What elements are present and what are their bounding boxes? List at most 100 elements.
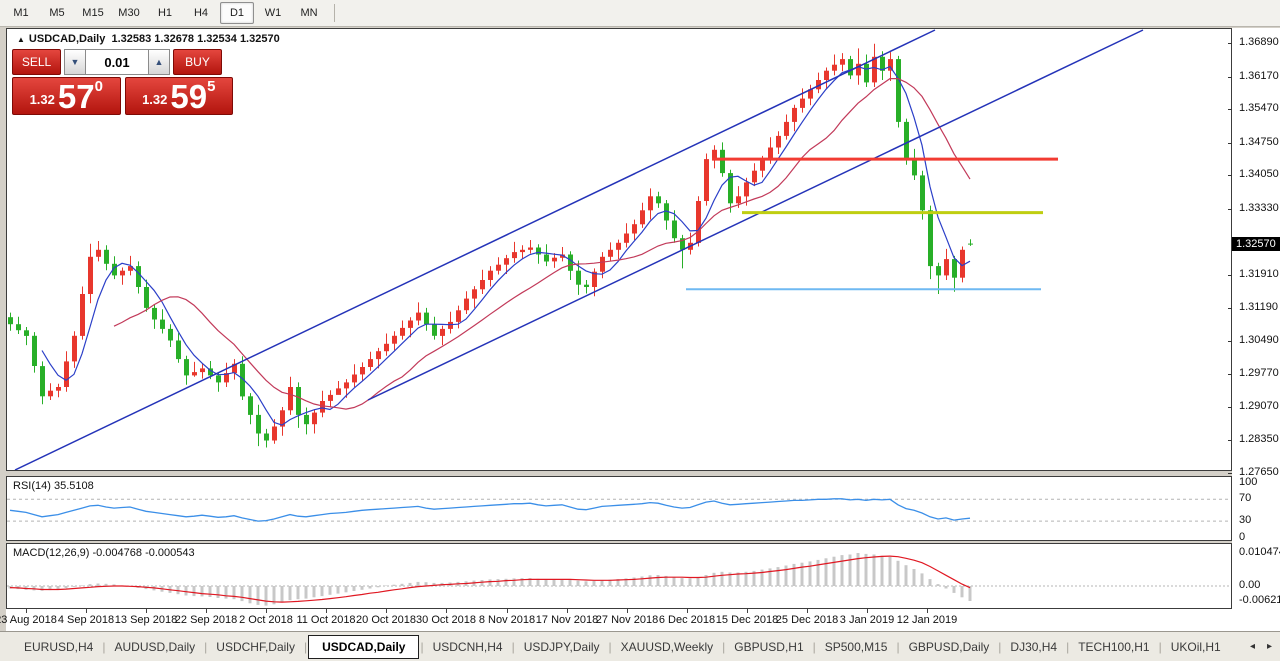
date-axis-label: 11 Oct 2018 (296, 614, 355, 626)
tab-separator: | (204, 640, 207, 654)
current-price-badge: 1.32570 (1232, 237, 1280, 251)
timeframe-button-h1[interactable]: H1 (148, 2, 182, 24)
date-axis-label: 12 Jan 2019 (897, 614, 958, 626)
date-axis-label: 6 Dec 2018 (659, 614, 715, 626)
rsi-axis-label: 70 (1239, 492, 1251, 504)
one-click-trading-panel: SELL ▼ ▲ BUY 1.32 57 0 1.32 59 5 (12, 49, 233, 115)
timeframe-toolbar: M1M5M15M30H1H4D1W1MN (0, 0, 1280, 27)
tab-separator: | (813, 640, 816, 654)
macd-axis-label: 0.00 (1239, 579, 1260, 591)
channel-line-lower (368, 30, 1143, 400)
chart-tab-bar: EURUSD,H4|AUDUSD,Daily|USDCHF,Daily|USDC… (0, 631, 1280, 661)
tab-separator: | (609, 640, 612, 654)
price-axis-label: 1.31910 (1239, 268, 1279, 280)
tab-item-usdchf[interactable]: USDCHF,Daily (208, 635, 303, 659)
price-axis-tick (1228, 275, 1232, 276)
price-axis-tick (1228, 143, 1232, 144)
macd-axis-label: -0.006218 (1239, 594, 1280, 606)
date-axis-tick (146, 609, 147, 613)
date-axis-label: 25 Dec 2018 (776, 614, 838, 626)
sell-price-prefix: 1.32 (30, 93, 55, 110)
tab-item-xauusd[interactable]: XAUUSD,Weekly (613, 635, 721, 659)
date-axis-label: 3 Jan 2019 (840, 614, 894, 626)
mt4-window: M1M5M15M30H1H4D1W1MN ▲USDCAD,Daily 1.325… (0, 0, 1280, 661)
tab-separator: | (998, 640, 1001, 654)
timeframe-button-w1[interactable]: W1 (256, 2, 290, 24)
volume-increase-button[interactable]: ▲ (148, 49, 170, 75)
tab-item-audusd[interactable]: AUDUSD,Daily (106, 635, 203, 659)
tab-item-tech100[interactable]: TECH100,H1 (1070, 635, 1157, 659)
main-chart-panel[interactable]: ▲USDCAD,Daily 1.32583 1.32678 1.32534 1.… (6, 28, 1232, 471)
date-axis-tick (927, 609, 928, 613)
price-axis-tick (1228, 407, 1232, 408)
rsi-chart[interactable] (7, 477, 1231, 540)
date-axis-label: 23 Aug 2018 (0, 614, 57, 626)
date-axis-tick (687, 609, 688, 613)
tab-item-dj30[interactable]: DJ30,H4 (1002, 635, 1065, 659)
timeframe-button-h4[interactable]: H4 (184, 2, 218, 24)
date-axis-label: 2 Oct 2018 (239, 614, 293, 626)
price-axis-label: 1.33330 (1239, 202, 1279, 214)
buy-price-big: 59 (170, 84, 207, 110)
macd-axis-label: 0.010474 (1239, 546, 1280, 558)
tab-separator: | (420, 640, 423, 654)
date-axis-label: 13 Sep 2018 (115, 614, 177, 626)
tab-item-gbpusd[interactable]: GBPUSD,Daily (901, 635, 998, 659)
volume-decrease-button[interactable]: ▼ (64, 49, 86, 75)
price-axis-label: 1.29070 (1239, 400, 1279, 412)
tab-item-sp500[interactable]: SP500,M15 (817, 635, 896, 659)
rsi-indicator-panel[interactable]: RSI(14) 35.5108 (6, 476, 1232, 541)
chart-title: ▲USDCAD,Daily 1.32583 1.32678 1.32534 1.… (17, 33, 280, 45)
sell-price-button[interactable]: 1.32 57 0 (12, 77, 121, 115)
date-axis-tick (326, 609, 327, 613)
price-axis-label: 1.34050 (1239, 168, 1279, 180)
price-axis-tick (1228, 175, 1232, 176)
timeframe-button-m15[interactable]: M15 (76, 2, 110, 24)
timeframe-button-m30[interactable]: M30 (112, 2, 146, 24)
price-axis-label: 1.36170 (1239, 70, 1279, 82)
date-axis-label: 22 Sep 2018 (175, 614, 237, 626)
price-axis-tick (1228, 308, 1232, 309)
price-axis-label: 1.28350 (1239, 433, 1279, 445)
date-axis-label: 15 Dec 2018 (716, 614, 778, 626)
tab-item-ukoil[interactable]: UKOil,H1 (1163, 635, 1229, 659)
price-axis-tick (1228, 43, 1232, 44)
macd-label: MACD(12,26,9) -0.004768 -0.000543 (13, 547, 195, 559)
buy-price-button[interactable]: 1.32 59 5 (125, 77, 234, 115)
rsi-axis-label: 30 (1239, 514, 1251, 526)
date-axis-label: 17 Nov 2018 (536, 614, 598, 626)
tab-item-usdjpy[interactable]: USDJPY,Daily (516, 635, 608, 659)
chart-marker-icon: ▲ (17, 35, 25, 44)
date-axis-label: 27 Nov 2018 (596, 614, 658, 626)
spin-down-icon: ▼ (71, 57, 80, 67)
timeframe-button-m5[interactable]: M5 (40, 2, 74, 24)
timeframe-button-d1[interactable]: D1 (220, 2, 254, 24)
date-axis-label: 8 Nov 2018 (479, 614, 535, 626)
date-axis-label: 4 Sep 2018 (58, 614, 114, 626)
tab-item-eurusd[interactable]: EURUSD,H4 (16, 635, 101, 659)
date-axis-tick (867, 609, 868, 613)
date-axis[interactable]: 23 Aug 20184 Sep 201813 Sep 201822 Sep 2… (6, 609, 1232, 631)
price-axis[interactable]: 1.368901.361701.354701.347501.340501.333… (1232, 0, 1280, 661)
tab-item-usdcnh[interactable]: USDCNH,H4 (425, 635, 511, 659)
date-axis-tick (567, 609, 568, 613)
date-axis-tick (386, 609, 387, 613)
timeframe-button-m1[interactable]: M1 (4, 2, 38, 24)
date-axis-tick (627, 609, 628, 613)
buy-price-prefix: 1.32 (142, 93, 167, 110)
price-axis-label: 1.31190 (1239, 301, 1278, 313)
sell-price-sup: 0 (95, 79, 103, 94)
volume-input[interactable] (86, 49, 148, 75)
macd-indicator-panel[interactable]: MACD(12,26,9) -0.004768 -0.000543 (6, 543, 1232, 609)
price-axis-label: 1.36890 (1239, 36, 1279, 48)
price-axis-tick (1228, 77, 1232, 78)
rsi-label: RSI(14) 35.5108 (13, 480, 94, 492)
timeframe-button-mn[interactable]: MN (292, 2, 326, 24)
tab-item-usdcad[interactable]: USDCAD,Daily (308, 635, 419, 659)
macd-histogram (9, 553, 972, 606)
tab-item-gbpusd[interactable]: GBPUSD,H1 (726, 635, 811, 659)
buy-button[interactable]: BUY (173, 49, 222, 75)
sell-button[interactable]: SELL (12, 49, 61, 75)
date-axis-tick (507, 609, 508, 613)
date-axis-tick (86, 609, 87, 613)
